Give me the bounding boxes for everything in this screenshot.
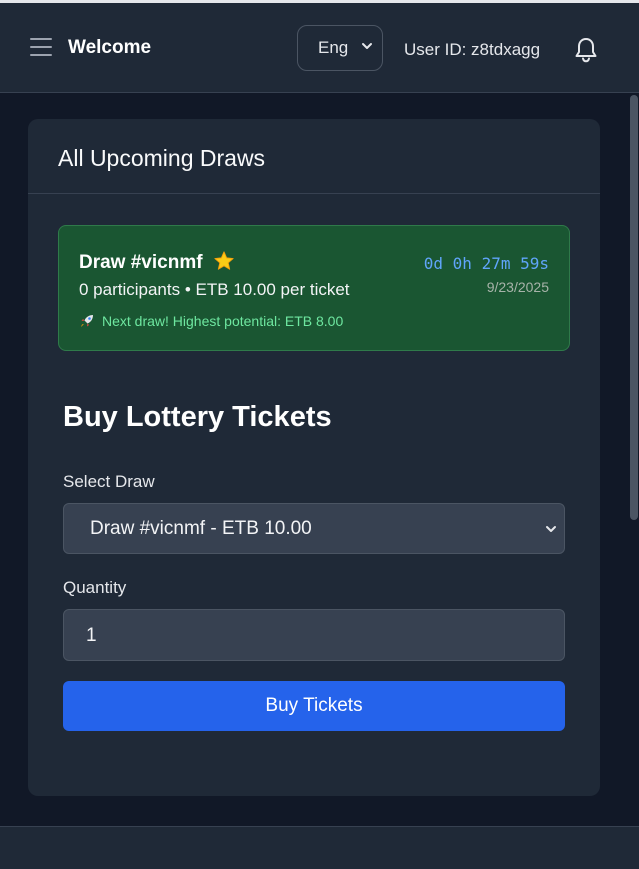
draw-note: Next draw! Highest potential: ETB 8.00: [79, 313, 343, 329]
app-title: Welcome: [68, 37, 152, 58]
draw-name: Draw #vicnmf: [79, 252, 203, 273]
quantity-value: 1: [86, 625, 97, 646]
bottom-bar: [0, 826, 639, 869]
scrollbar-thumb[interactable]: [630, 95, 638, 520]
draw-participants-price: 0 participants • ETB 10.00 per ticket: [79, 280, 350, 299]
buy-tickets-button[interactable]: Buy Tickets: [63, 681, 565, 731]
quantity-input[interactable]: 1: [63, 609, 565, 661]
user-id-label: User ID: z8tdxagg: [404, 40, 541, 59]
bell-icon[interactable]: [573, 36, 599, 64]
draws-panel: All Upcoming Draws Draw #vicnmf 0 partic…: [28, 119, 600, 796]
chevron-down-icon: [546, 526, 556, 532]
hamburger-menu-icon[interactable]: [30, 38, 56, 58]
language-value: Eng: [318, 38, 349, 57]
select-draw-label: Select Draw: [63, 472, 155, 491]
language-select[interactable]: Eng: [297, 25, 383, 71]
countdown-timer: 0d 0h 27m 59s: [423, 254, 549, 273]
rocket-icon: [81, 315, 93, 327]
panel-divider: [28, 193, 600, 194]
quantity-label: Quantity: [63, 578, 127, 597]
draw-select-value: Draw #vicnmf - ETB 10.00: [90, 518, 312, 539]
chevron-down-icon: [362, 43, 372, 49]
buy-section-title: Buy Lottery Tickets: [63, 401, 332, 433]
panel-title: All Upcoming Draws: [58, 145, 266, 171]
draw-select[interactable]: Draw #vicnmf - ETB 10.00: [63, 503, 565, 554]
draw-card[interactable]: Draw #vicnmf 0 participants • ETB 10.00 …: [58, 225, 570, 351]
app-header: Welcome Eng User ID: z8tdxagg: [0, 3, 639, 93]
buy-tickets-label: Buy Tickets: [265, 695, 363, 716]
draw-date: 9/23/2025: [486, 279, 549, 295]
star-icon: [214, 251, 234, 270]
draw-note-text: Next draw! Highest potential: ETB 8.00: [102, 313, 344, 329]
